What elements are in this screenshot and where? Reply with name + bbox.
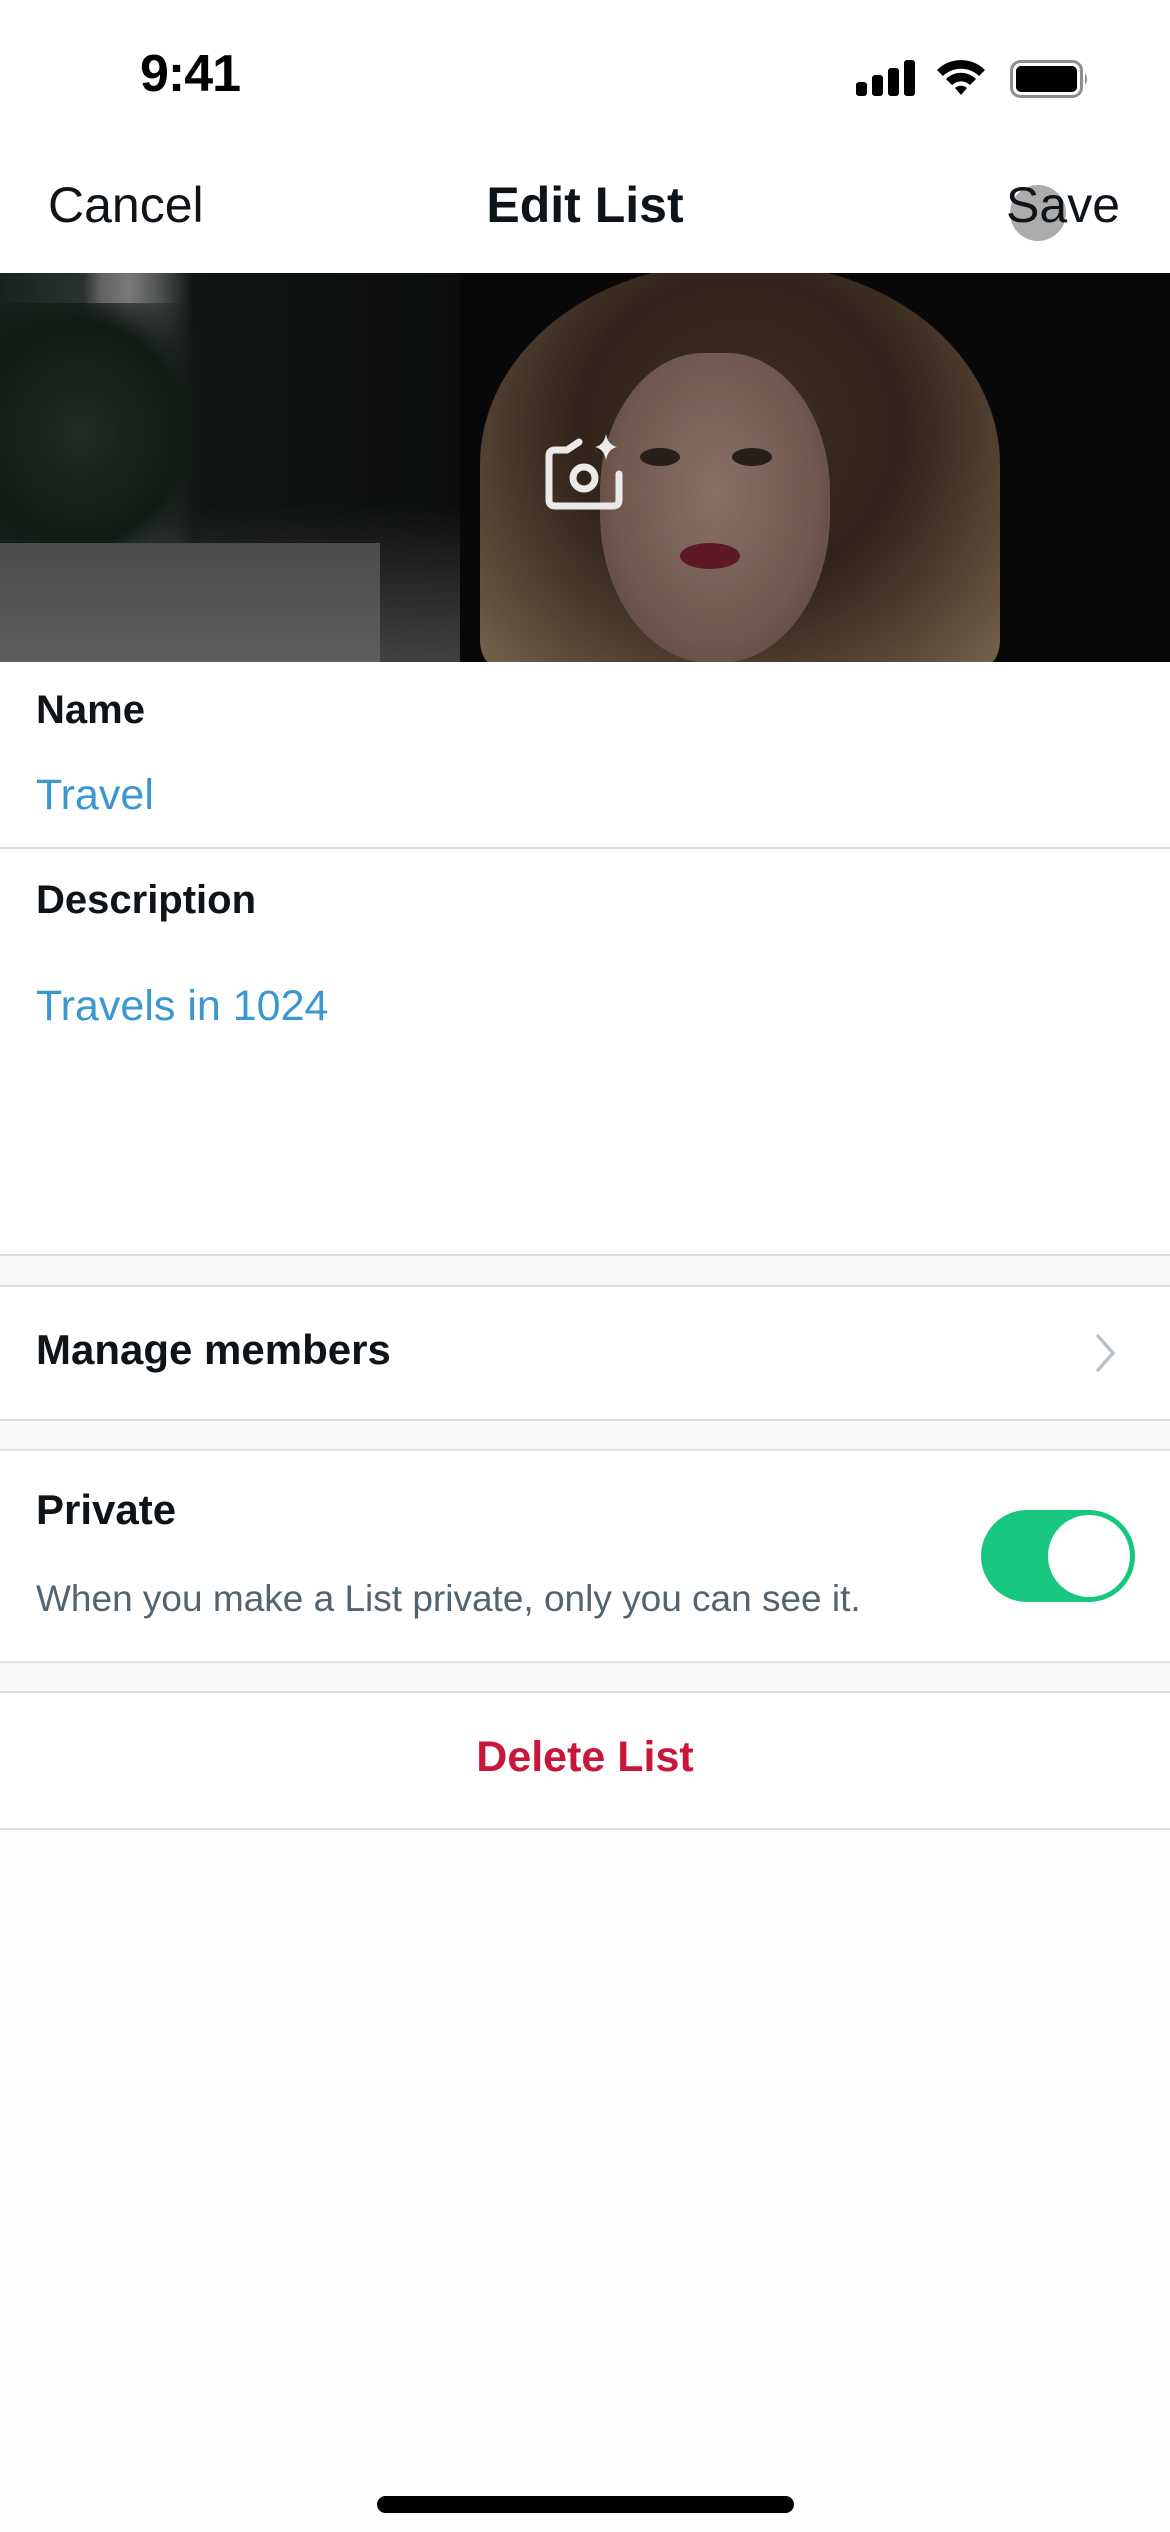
cancel-button[interactable]: Cancel: [48, 176, 204, 234]
name-input[interactable]: Travel: [36, 771, 154, 820]
camera-sparkle-icon[interactable]: [543, 428, 627, 512]
section-gap: [0, 1663, 1170, 1691]
wifi-icon: [937, 60, 985, 95]
section-gap: [0, 1421, 1170, 1449]
toggle-knob: [1048, 1515, 1130, 1597]
status-time: 9:41: [140, 45, 241, 103]
private-description: When you make a List private, only you c…: [36, 1578, 861, 1619]
battery-icon: [1010, 60, 1087, 98]
delete-list-button[interactable]: Delete List: [0, 1733, 1170, 1782]
list-banner-image[interactable]: [0, 273, 1170, 662]
description-label: Description: [36, 878, 257, 922]
save-button[interactable]: Save: [1006, 176, 1120, 234]
section-gap: [0, 1256, 1170, 1285]
description-input[interactable]: Travels in 1024: [36, 982, 328, 1031]
private-toggle[interactable]: [981, 1510, 1135, 1602]
name-label: Name: [36, 688, 145, 732]
name-field[interactable]: [0, 662, 1170, 848]
cellular-signal-icon: [856, 60, 915, 96]
private-label: Private: [36, 1486, 177, 1533]
home-indicator[interactable]: [377, 2496, 794, 2513]
manage-members-label: Manage members: [36, 1326, 391, 1373]
chevron-right-icon: [1096, 1334, 1115, 1372]
divider: [0, 1828, 1170, 1830]
